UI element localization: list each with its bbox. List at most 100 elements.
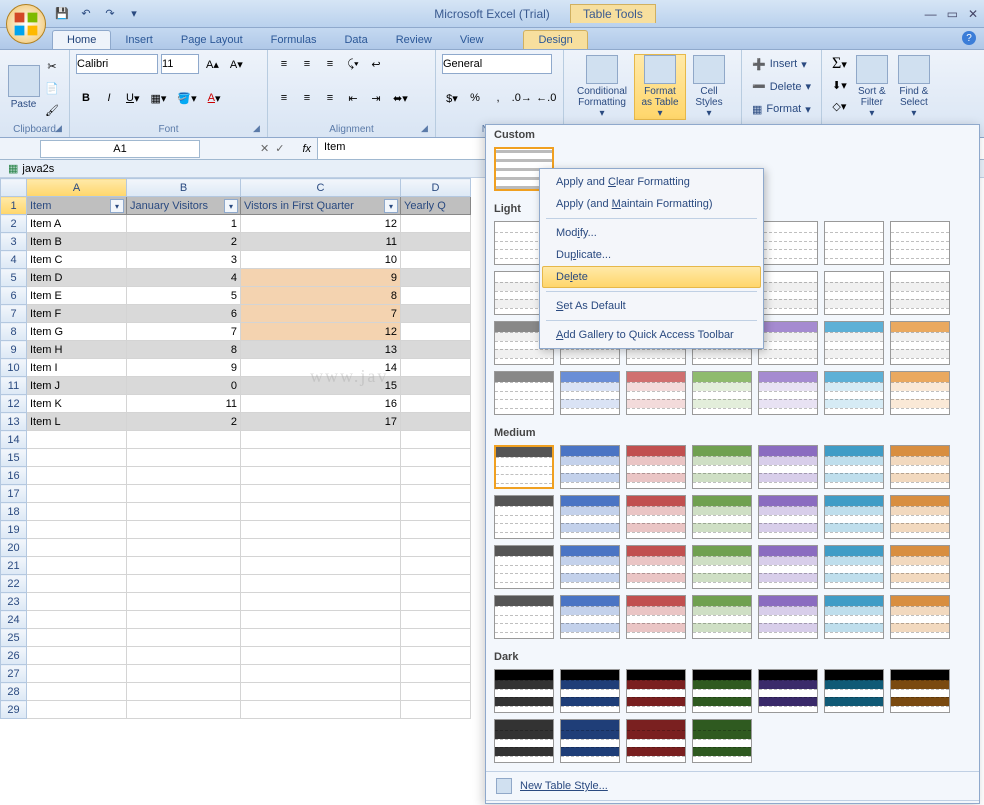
row-header[interactable]: 6 (1, 287, 27, 305)
table-style-swatch[interactable] (560, 719, 620, 763)
cell[interactable] (27, 521, 127, 539)
fx-button[interactable]: fx (302, 143, 311, 155)
cell[interactable] (127, 647, 241, 665)
row-header[interactable]: 24 (1, 611, 27, 629)
cut-button[interactable]: ✂ (41, 56, 63, 76)
table-style-swatch[interactable] (626, 669, 686, 713)
name-box[interactable] (40, 140, 200, 158)
cell[interactable] (401, 647, 471, 665)
cell[interactable] (241, 503, 401, 521)
table-style-swatch[interactable] (758, 545, 818, 589)
row-header[interactable]: 16 (1, 467, 27, 485)
cell[interactable] (241, 431, 401, 449)
cell[interactable] (401, 539, 471, 557)
percent-format-button[interactable]: % (465, 88, 485, 108)
tab-view[interactable]: View (446, 31, 498, 49)
cell[interactable] (241, 593, 401, 611)
tab-design[interactable]: Design (523, 30, 587, 49)
clear-button[interactable]: ◇▾ (828, 96, 851, 116)
alignment-launcher[interactable]: ◢ (421, 123, 433, 135)
row-header[interactable]: 11 (1, 377, 27, 395)
table-style-swatch[interactable] (824, 371, 884, 415)
table-style-swatch[interactable] (692, 371, 752, 415)
row-header[interactable]: 21 (1, 557, 27, 575)
cell[interactable] (401, 305, 471, 323)
find-select-button[interactable]: Find &Select▾ (893, 54, 935, 120)
row-header[interactable]: 14 (1, 431, 27, 449)
fill-color-button[interactable]: 🪣▾ (173, 88, 200, 108)
table-style-swatch[interactable] (494, 545, 554, 589)
sort-filter-button[interactable]: Sort &Filter▾ (851, 54, 893, 120)
col-header-b[interactable]: B (127, 179, 241, 197)
cell-styles-button[interactable]: CellStyles▾ (686, 54, 732, 120)
table-style-swatch[interactable] (890, 221, 950, 265)
cell[interactable] (27, 701, 127, 719)
cell[interactable]: Item J (27, 377, 127, 395)
table-style-swatch[interactable] (626, 595, 686, 639)
row-header[interactable]: 22 (1, 575, 27, 593)
close-button[interactable]: ✕ (968, 7, 978, 21)
border-button[interactable]: ▦▾ (146, 88, 170, 108)
table-style-swatch[interactable] (626, 445, 686, 489)
cell[interactable]: 7 (241, 305, 401, 323)
filter-dropdown-icon[interactable]: ▾ (224, 199, 238, 213)
cell[interactable] (127, 449, 241, 467)
align-left-button[interactable]: ≡ (274, 88, 294, 108)
font-color-button[interactable]: A▾ (204, 88, 225, 108)
row-header[interactable]: 29 (1, 701, 27, 719)
row-header[interactable]: 26 (1, 647, 27, 665)
cell[interactable]: Item G (27, 323, 127, 341)
cell[interactable] (241, 575, 401, 593)
table-style-swatch[interactable] (890, 271, 950, 315)
col-header-d[interactable]: D (401, 179, 471, 197)
table-style-swatch[interactable] (890, 495, 950, 539)
table-style-swatch[interactable] (758, 221, 818, 265)
cell[interactable] (241, 539, 401, 557)
table-style-swatch[interactable] (560, 495, 620, 539)
menu-apply-maintain[interactable]: Apply (and Maintain Formatting) (542, 193, 761, 215)
row-header[interactable]: 25 (1, 629, 27, 647)
menu-duplicate[interactable]: Duplicate... (542, 244, 761, 266)
table-header-item[interactable]: Item▾ (27, 197, 127, 215)
table-style-swatch[interactable] (692, 445, 752, 489)
new-pivot-style-button[interactable]: New PivotTable Style... (486, 800, 979, 804)
table-style-swatch[interactable] (890, 321, 950, 365)
table-style-swatch[interactable] (758, 321, 818, 365)
cell[interactable]: Item K (27, 395, 127, 413)
tab-home[interactable]: Home (52, 30, 111, 49)
row-header[interactable]: 2 (1, 215, 27, 233)
cell[interactable]: 11 (241, 233, 401, 251)
cell[interactable]: 0 (127, 377, 241, 395)
increase-decimal-button[interactable]: .0→ (511, 88, 533, 108)
help-icon[interactable]: ? (962, 31, 976, 45)
table-style-swatch[interactable] (560, 371, 620, 415)
cell[interactable] (401, 593, 471, 611)
table-style-swatch[interactable] (824, 595, 884, 639)
table-header-jan[interactable]: January Visitors▾ (127, 197, 241, 215)
row-header[interactable]: 23 (1, 593, 27, 611)
table-style-swatch[interactable] (692, 495, 752, 539)
font-name-select[interactable] (76, 54, 158, 74)
increase-indent-button[interactable]: ⇥ (366, 88, 386, 108)
minimize-button[interactable]: — (925, 7, 937, 21)
cell[interactable] (241, 557, 401, 575)
cell[interactable] (127, 683, 241, 701)
cell[interactable]: 9 (127, 359, 241, 377)
cell[interactable]: 12 (241, 215, 401, 233)
cell[interactable] (127, 467, 241, 485)
save-button[interactable]: 💾 (52, 4, 72, 24)
cell[interactable] (127, 629, 241, 647)
accounting-format-button[interactable]: $▾ (442, 88, 462, 108)
row-header[interactable]: 10 (1, 359, 27, 377)
cell[interactable]: Item L (27, 413, 127, 431)
italic-button[interactable]: I (99, 88, 119, 108)
row-header[interactable]: 17 (1, 485, 27, 503)
undo-button[interactable]: ↶ (76, 4, 96, 24)
menu-set-default[interactable]: Set As Default (542, 295, 761, 317)
col-header-a[interactable]: A (27, 179, 127, 197)
cell[interactable] (241, 467, 401, 485)
cell[interactable] (241, 683, 401, 701)
table-style-swatch[interactable] (824, 669, 884, 713)
cell[interactable] (241, 449, 401, 467)
number-format-select[interactable] (442, 54, 552, 74)
